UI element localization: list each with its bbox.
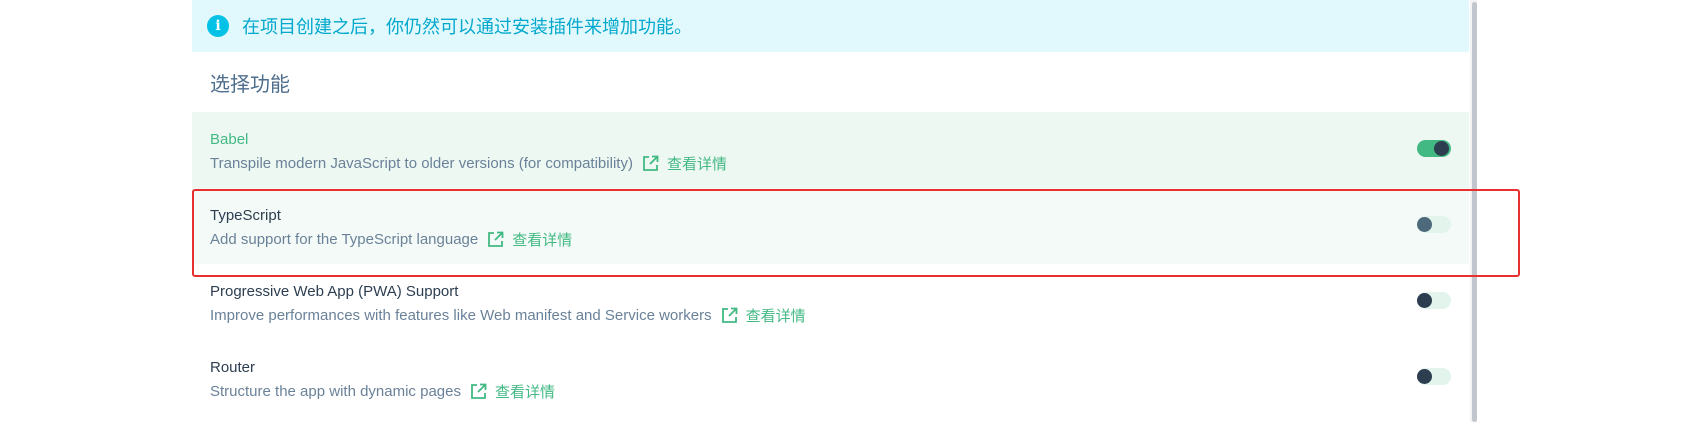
feature-description: Transpile modern JavaScript to older ver… xyxy=(210,153,727,174)
feature-selection-page: i 在项目创建之后，你仍然可以通过安装插件来增加功能。 选择功能 Babel T… xyxy=(0,0,1699,422)
external-link-icon xyxy=(721,307,737,323)
feature-description-text: Transpile modern JavaScript to older ver… xyxy=(210,155,633,172)
details-link-label: 查看详情 xyxy=(494,384,555,401)
toggle-knob xyxy=(1434,141,1449,156)
feature-item-router[interactable]: Router Structure the app with dynamic pa… xyxy=(192,340,1469,416)
scrollbar-thumb[interactable] xyxy=(1472,2,1477,422)
toggle-knob xyxy=(1417,369,1432,384)
feature-toggle-typescript[interactable] xyxy=(1417,216,1451,233)
info-icon: i xyxy=(207,15,229,37)
feature-description-text: Add support for the TypeScript language xyxy=(210,231,479,248)
feature-name: Progressive Web App (PWA) Support xyxy=(210,283,459,300)
feature-toggle-babel[interactable] xyxy=(1417,140,1451,157)
details-link[interactable]: 查看详情 xyxy=(470,381,555,402)
feature-item-pwa[interactable]: Progressive Web App (PWA) Support Improv… xyxy=(192,264,1469,340)
external-link-icon xyxy=(488,231,504,247)
toggle-knob xyxy=(1417,217,1432,232)
feature-description: Add support for the TypeScript language … xyxy=(210,229,572,250)
section-title: 选择功能 xyxy=(210,73,290,96)
feature-description-text: Structure the app with dynamic pages xyxy=(210,383,461,400)
info-banner-text: 在项目创建之后，你仍然可以通过安装插件来增加功能。 xyxy=(242,17,692,37)
feature-name: Babel xyxy=(210,131,249,148)
details-link[interactable]: 查看详情 xyxy=(721,305,806,326)
feature-toggle-pwa[interactable] xyxy=(1417,292,1451,309)
toggle-knob xyxy=(1417,293,1432,308)
feature-item-babel[interactable]: Babel Transpile modern JavaScript to old… xyxy=(192,112,1469,188)
feature-toggle-router[interactable] xyxy=(1417,368,1451,385)
details-link-label: 查看详情 xyxy=(745,308,806,325)
details-link[interactable]: 查看详情 xyxy=(642,153,727,174)
feature-description: Improve performances with features like … xyxy=(210,305,806,326)
external-link-icon xyxy=(643,155,659,171)
details-link[interactable]: 查看详情 xyxy=(487,229,572,250)
info-banner: i 在项目创建之后，你仍然可以通过安装插件来增加功能。 xyxy=(192,0,1469,52)
feature-description-text: Improve performances with features like … xyxy=(210,307,712,324)
external-link-icon xyxy=(471,383,487,399)
feature-name: TypeScript xyxy=(210,207,281,224)
features-panel: i 在项目创建之后，你仍然可以通过安装插件来增加功能。 选择功能 Babel T… xyxy=(192,0,1469,416)
feature-description: Structure the app with dynamic pages 查看详… xyxy=(210,381,555,402)
details-link-label: 查看详情 xyxy=(666,156,727,173)
details-link-label: 查看详情 xyxy=(512,232,573,249)
feature-item-typescript[interactable]: TypeScript Add support for the TypeScrip… xyxy=(192,188,1469,264)
feature-name: Router xyxy=(210,359,256,376)
